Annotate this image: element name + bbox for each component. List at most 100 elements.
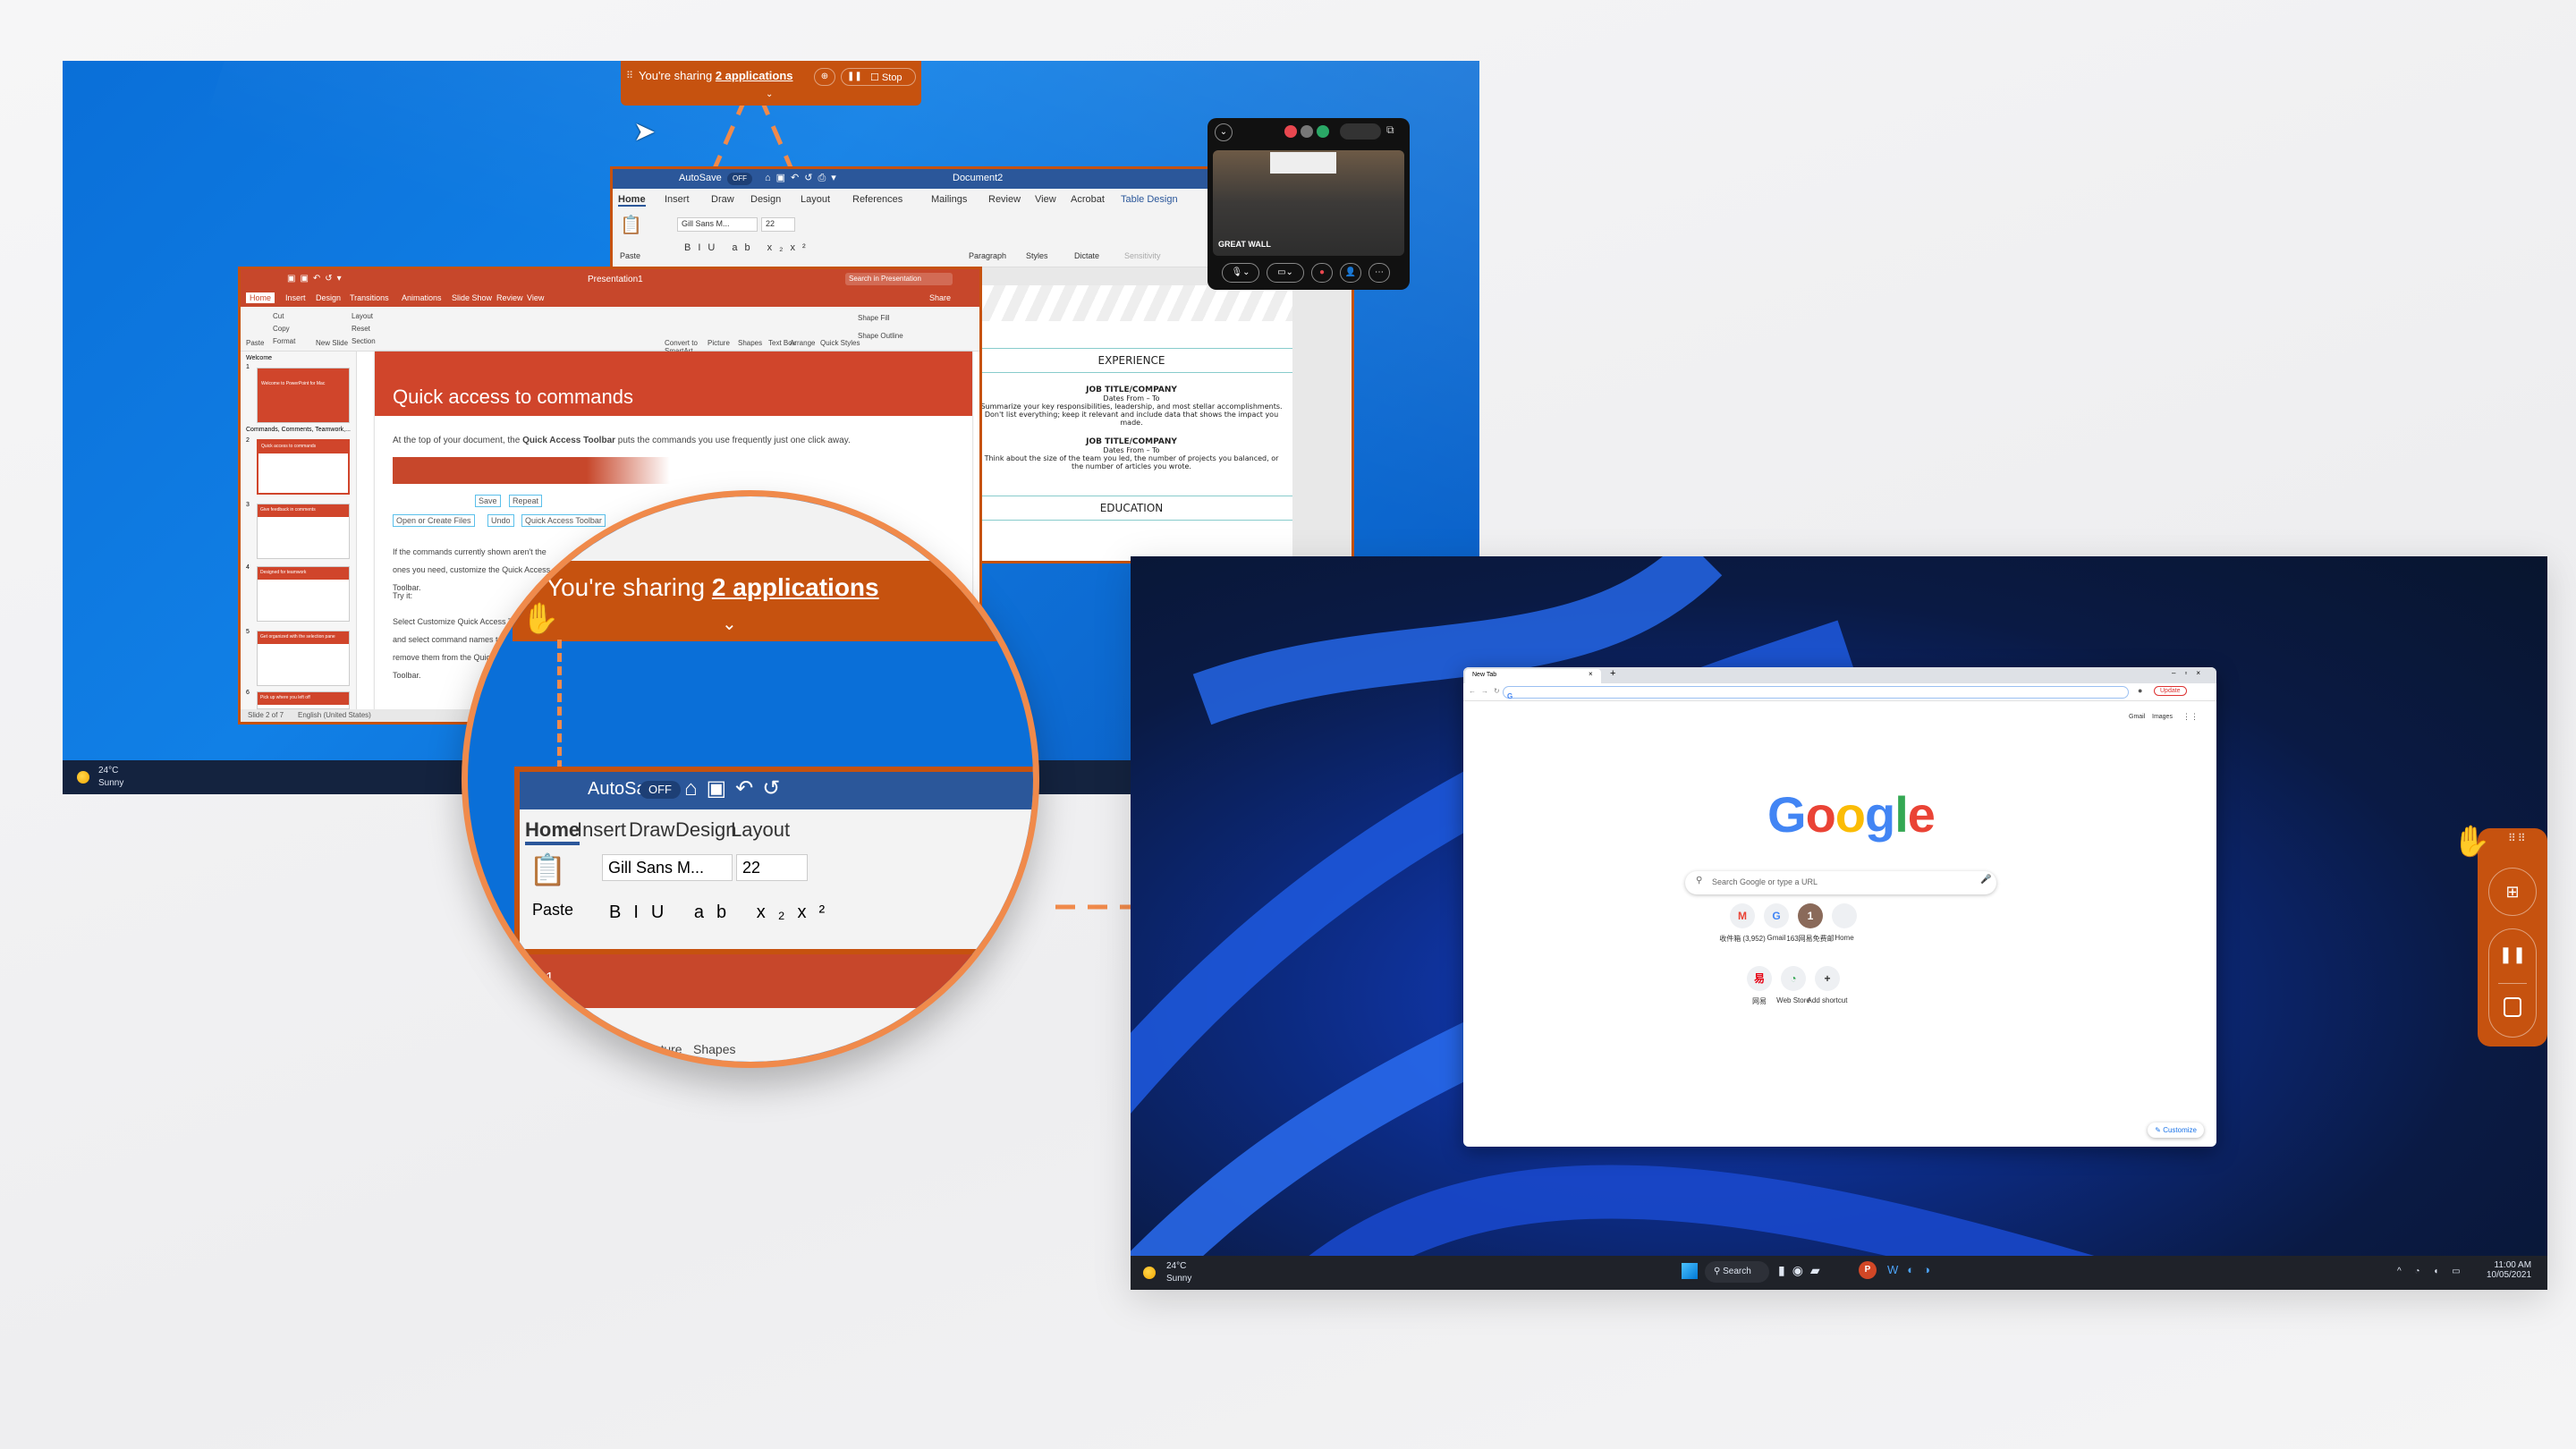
expand-chevron-icon[interactable]: ⌄ [766,89,773,99]
ppt-shape-outline[interactable]: Shape Outline [858,332,903,340]
taskbar-apps-2[interactable]: W◐◑ [1887,1263,1939,1276]
shared-apps-link[interactable]: 2 applications [716,69,793,82]
quick-access-icons[interactable]: ⌂▣↶↺⎙▾ [765,172,842,184]
section-welcome[interactable]: Welcome [246,355,272,361]
word-tab-view[interactable]: View [1035,194,1056,205]
slide-thumbnail-2[interactable]: Quick access to commands [257,439,350,495]
word-tab-mailings[interactable]: Mailings [931,194,967,205]
ppt-shapes[interactable]: Shapes [738,339,762,347]
google-search-input[interactable]: Search Google or type a URL [1685,871,1996,894]
panel-pause-icon[interactable]: ❚❚ [2489,945,2536,964]
collapse-chevron-icon[interactable]: ⌄ [1215,123,1233,141]
profile-icon[interactable]: ● [2138,686,2142,695]
ppt-reset[interactable]: Reset [352,325,370,333]
shortcut-icon[interactable]: ◔ [1781,966,1806,991]
mag-tab-draw[interactable]: Draw [629,818,674,842]
ppt-tab-home[interactable]: Home [246,292,275,303]
panel-stop-icon[interactable] [2504,997,2521,1017]
start-button[interactable] [1682,1263,1698,1279]
mag-tab-design[interactable]: Design [675,818,736,842]
taskbar-apps[interactable]: ▮◉▰ [1778,1263,1827,1278]
mag-font-name-select[interactable]: Gill Sans M... [602,854,733,881]
record-button[interactable]: ● [1311,263,1333,283]
panel-drag-handle-icon[interactable]: ⠿⠿ [2508,832,2528,844]
customize-button[interactable]: ✎ Customize [2148,1123,2204,1138]
ppt-quick-styles[interactable]: Quick Styles [820,339,860,347]
gmail-link[interactable]: Gmail [2129,714,2145,720]
add-share-button[interactable]: ⊕ [814,68,835,86]
sensitivity-label[interactable]: Sensitivity [1124,251,1161,260]
ppt-tab-insert[interactable]: Insert [285,293,306,302]
mag-format-buttons[interactable]: BIU ab x₂x² [609,902,837,923]
ppt-tab-view[interactable]: View [527,293,544,302]
taskbar-search[interactable]: ⚲ Search [1705,1261,1769,1283]
shortcut-label[interactable]: Add shortcut [1796,996,1859,1004]
slide-thumbnail-5[interactable]: Get organized with the selection pane [257,631,350,686]
omnibox[interactable]: G [1503,686,2129,700]
shortcut-icon[interactable]: M [1730,903,1755,928]
ppt-search-input[interactable]: Search in Presentation [845,273,953,285]
tab-close-icon[interactable]: × [1589,670,1593,678]
word-tab-acrobat[interactable]: Acrobat [1071,194,1105,205]
clock[interactable]: 11:00 AM 10/05/2021 [2487,1260,2531,1280]
mag-font-size-select[interactable]: 22 [736,854,808,881]
paste-icon[interactable]: 📋 [620,214,642,236]
ppt-arrange[interactable]: Arrange [790,339,815,347]
ppt-paste[interactable]: Paste [246,339,264,347]
word-tab-design[interactable]: Design [750,194,781,205]
shortcut-label[interactable]: Home [1813,934,1876,942]
nav-buttons[interactable]: ←→↻ [1469,687,1505,695]
word-tab-home[interactable]: Home [618,194,646,207]
slide-thumbnail-6[interactable]: Pick up where you left off [257,691,350,709]
mic-button[interactable]: 🎙⌄ [1222,263,1259,283]
ppt-tab-animations[interactable]: Animations [402,293,442,302]
ppt-quick-icons[interactable]: ▣▣↶↺▾ [287,274,346,284]
system-tray-icons[interactable]: ^ ◔ ◖ ▭ [2397,1267,2466,1276]
mag-tab-insert[interactable]: Insert [577,818,626,842]
mag-tab-layout[interactable]: Layout [731,818,790,842]
word-tab-layout[interactable]: Layout [801,194,830,205]
ppt-picture[interactable]: Picture [708,339,730,347]
shortcut-icon[interactable] [1832,903,1857,928]
ppt-tab-design[interactable]: Design [316,293,341,302]
ppt-format[interactable]: Format [273,337,295,345]
shortcut-icon[interactable]: 1 [1798,903,1823,928]
shortcut-icon[interactable]: G [1764,903,1789,928]
shortcut-icon[interactable]: 易 [1747,966,1772,991]
word-tab-table-design[interactable]: Table Design [1121,194,1178,205]
update-button[interactable]: Update [2154,686,2187,696]
shortcut-icon[interactable]: + [1815,966,1840,991]
mag-quick-icons[interactable]: ⌂▣↶↺ [684,775,789,801]
powerpoint-taskbar-icon[interactable]: P [1859,1261,1877,1279]
stop-button[interactable]: ☐ Stop [870,72,902,83]
ppt-share-button[interactable]: Share [929,293,951,302]
popout-icon[interactable]: ⧉ [1386,123,1394,137]
images-link[interactable]: Images [2152,714,2173,720]
window-controls[interactable]: –▫× [2172,669,2209,677]
voice-search-icon[interactable]: 🎤 [1980,875,1991,885]
ppt-tab-slideshow[interactable]: Slide Show [452,293,492,302]
font-name-select[interactable]: Gill Sans M... [677,217,758,232]
slide-thumbnail-4[interactable]: Designed for teamwork [257,566,350,622]
layout-toggle[interactable] [1340,123,1381,140]
ppt-shape-fill[interactable]: Shape Fill [858,314,890,322]
ppt-copy[interactable]: Copy [273,325,290,333]
word-tab-review[interactable]: Review [988,194,1021,205]
ppt-new-slide[interactable]: New Slide [316,339,348,347]
drag-handle-icon[interactable]: ⠿ [626,70,633,81]
font-size-select[interactable]: 22 [761,217,795,232]
styles-label[interactable]: Styles [1026,251,1048,260]
apps-grid-icon[interactable]: ⋮⋮ [2182,712,2199,722]
word-tab-draw[interactable]: Draw [711,194,734,205]
word-tab-references[interactable]: References [852,194,902,205]
dictate-label[interactable]: Dictate [1074,251,1099,260]
section-commands[interactable]: Commands, Comments, Teamwork,... [246,427,351,433]
paragraph-label[interactable]: Paragraph [969,251,1006,260]
ppt-layout[interactable]: Layout [352,312,373,320]
more-button[interactable]: ⋯ [1368,263,1390,283]
participants-button[interactable]: 👤 [1340,263,1361,283]
ppt-tab-transitions[interactable]: Transitions [350,293,389,302]
format-buttons[interactable]: BIU ab x₂x² [684,242,813,253]
mag-tab-home[interactable]: Home [525,818,580,845]
slide-thumbnail-3[interactable]: Give feedback in comments [257,504,350,559]
